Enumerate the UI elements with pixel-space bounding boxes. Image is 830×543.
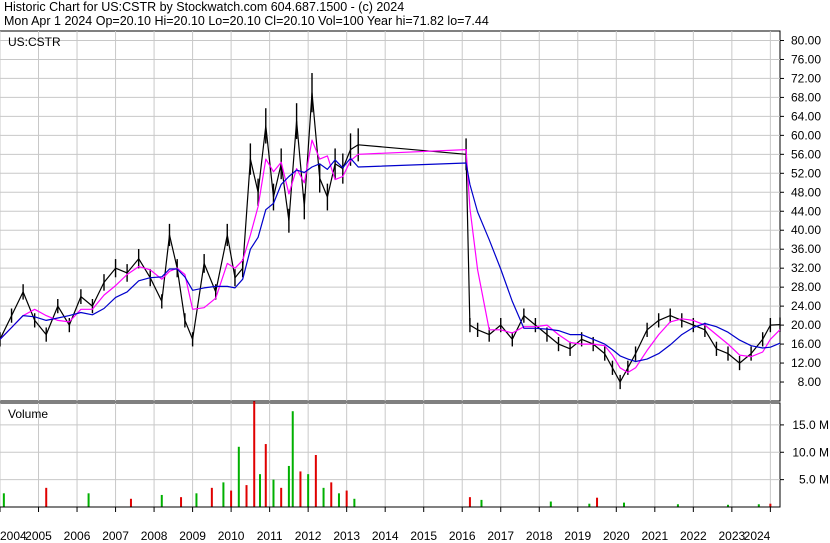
price-tick-label: 8.00 (798, 375, 822, 389)
x-tick-label: 2021 (641, 529, 668, 543)
x-tick-label: 2016 (449, 529, 476, 543)
x-tick-label: 2022 (680, 529, 707, 543)
stock-chart: 8.00 12.00 16.00 20.00 24.00 28.00 32.00 36.00 4… (0, 30, 829, 543)
volume-bar (222, 482, 225, 507)
x-tick-label: 2008 (141, 529, 168, 543)
volume-bar (291, 411, 294, 507)
volume-bar (2, 493, 5, 507)
volume-bar (230, 490, 233, 507)
x-tick-label: 2015 (410, 529, 437, 543)
price-tick-label: 40.00 (791, 223, 821, 237)
x-tick-label: 2024 (744, 529, 771, 543)
price-tick-label: 68.00 (791, 90, 821, 104)
price-tick-label: 48.00 (791, 185, 821, 199)
x-tick-label: 2009 (179, 529, 206, 543)
volume-tick-label: 10.0 M (792, 445, 829, 459)
volume-bar (237, 446, 240, 507)
volume-bar (129, 498, 132, 507)
price-tick-label: 28.00 (791, 280, 821, 294)
x-tick-label: 2005 (25, 529, 52, 543)
price-tick-label: 80.00 (791, 33, 821, 47)
volume-bar (314, 455, 317, 507)
volume-bar (549, 501, 552, 507)
price-tick-label: 52.00 (791, 166, 821, 180)
price-tick-label: 12.00 (791, 356, 821, 370)
volume-label: Volume (8, 407, 48, 421)
price-tick-label: 76.00 (791, 52, 821, 66)
volume-bar (596, 497, 599, 507)
volume-bar (253, 401, 256, 507)
x-tick-label: 2010 (218, 529, 245, 543)
price-tick-label: 44.00 (791, 204, 821, 218)
price-tick-label: 16.00 (791, 337, 821, 351)
volume-bar (307, 474, 310, 507)
x-tick-label: 2020 (603, 529, 630, 543)
price-tick-label: 24.00 (791, 299, 821, 313)
volume-bar (160, 494, 163, 507)
price-tick-label: 56.00 (791, 147, 821, 161)
volume-tick-label: 15.0 M (792, 418, 829, 432)
x-tick-label: 2014 (372, 529, 399, 543)
volume-bar (195, 493, 198, 507)
x-tick-label: 2006 (64, 529, 91, 543)
volume-bar (272, 479, 275, 507)
x-tick-label: 2017 (487, 529, 514, 543)
volume-bar (259, 474, 261, 507)
x-tick-label: 2004 (0, 529, 27, 543)
x-tick-label: 2012 (295, 529, 322, 543)
volume-y-axis: 5.0 M 10.0 M 15.0 M (780, 418, 829, 487)
volume-bar (322, 487, 325, 507)
symbol-label: US:CSTR (8, 35, 61, 49)
price-tick-label: 32.00 (791, 261, 821, 275)
volume-bar (468, 497, 471, 507)
price-tick-label: 72.00 (791, 71, 821, 85)
x-tick-label: 2013 (333, 529, 360, 543)
volume-bar (245, 485, 248, 507)
price-tick-label: 36.00 (791, 242, 821, 256)
volume-bar (280, 487, 283, 507)
volume-bar (330, 482, 333, 507)
volume-bar (623, 502, 625, 507)
price-panel (0, 30, 781, 402)
x-axis: 20042005 2006 2007 2008 2009 2010 2011 2012 2013… (0, 506, 780, 543)
volume-bar (299, 471, 302, 507)
volume-bar (180, 497, 183, 507)
x-tick-label: 2019 (564, 529, 591, 543)
volume-bar (345, 490, 348, 507)
volume-bar (264, 444, 267, 507)
x-tick-label: 2011 (257, 529, 283, 543)
volume-bar (287, 465, 290, 507)
price-tick-label: 20.00 (791, 318, 821, 332)
volume-bar (337, 493, 340, 507)
volume-bar (87, 493, 90, 507)
price-tick-label: 64.00 (791, 109, 821, 123)
volume-tick-label: 5.0 M (799, 473, 829, 487)
volume-panel (0, 402, 781, 508)
x-tick-label: 2023 (719, 529, 746, 543)
price-y-axis: 8.00 12.00 16.00 20.00 24.00 28.00 32.00 36.00 4… (780, 33, 821, 389)
x-tick-label: 2007 (102, 529, 129, 543)
volume-bar (353, 498, 356, 507)
volume-bar (45, 487, 48, 507)
volume-bar (210, 487, 213, 507)
price-tick-label: 60.00 (791, 128, 821, 142)
volume-bar (480, 499, 483, 507)
x-tick-label: 2018 (526, 529, 553, 543)
